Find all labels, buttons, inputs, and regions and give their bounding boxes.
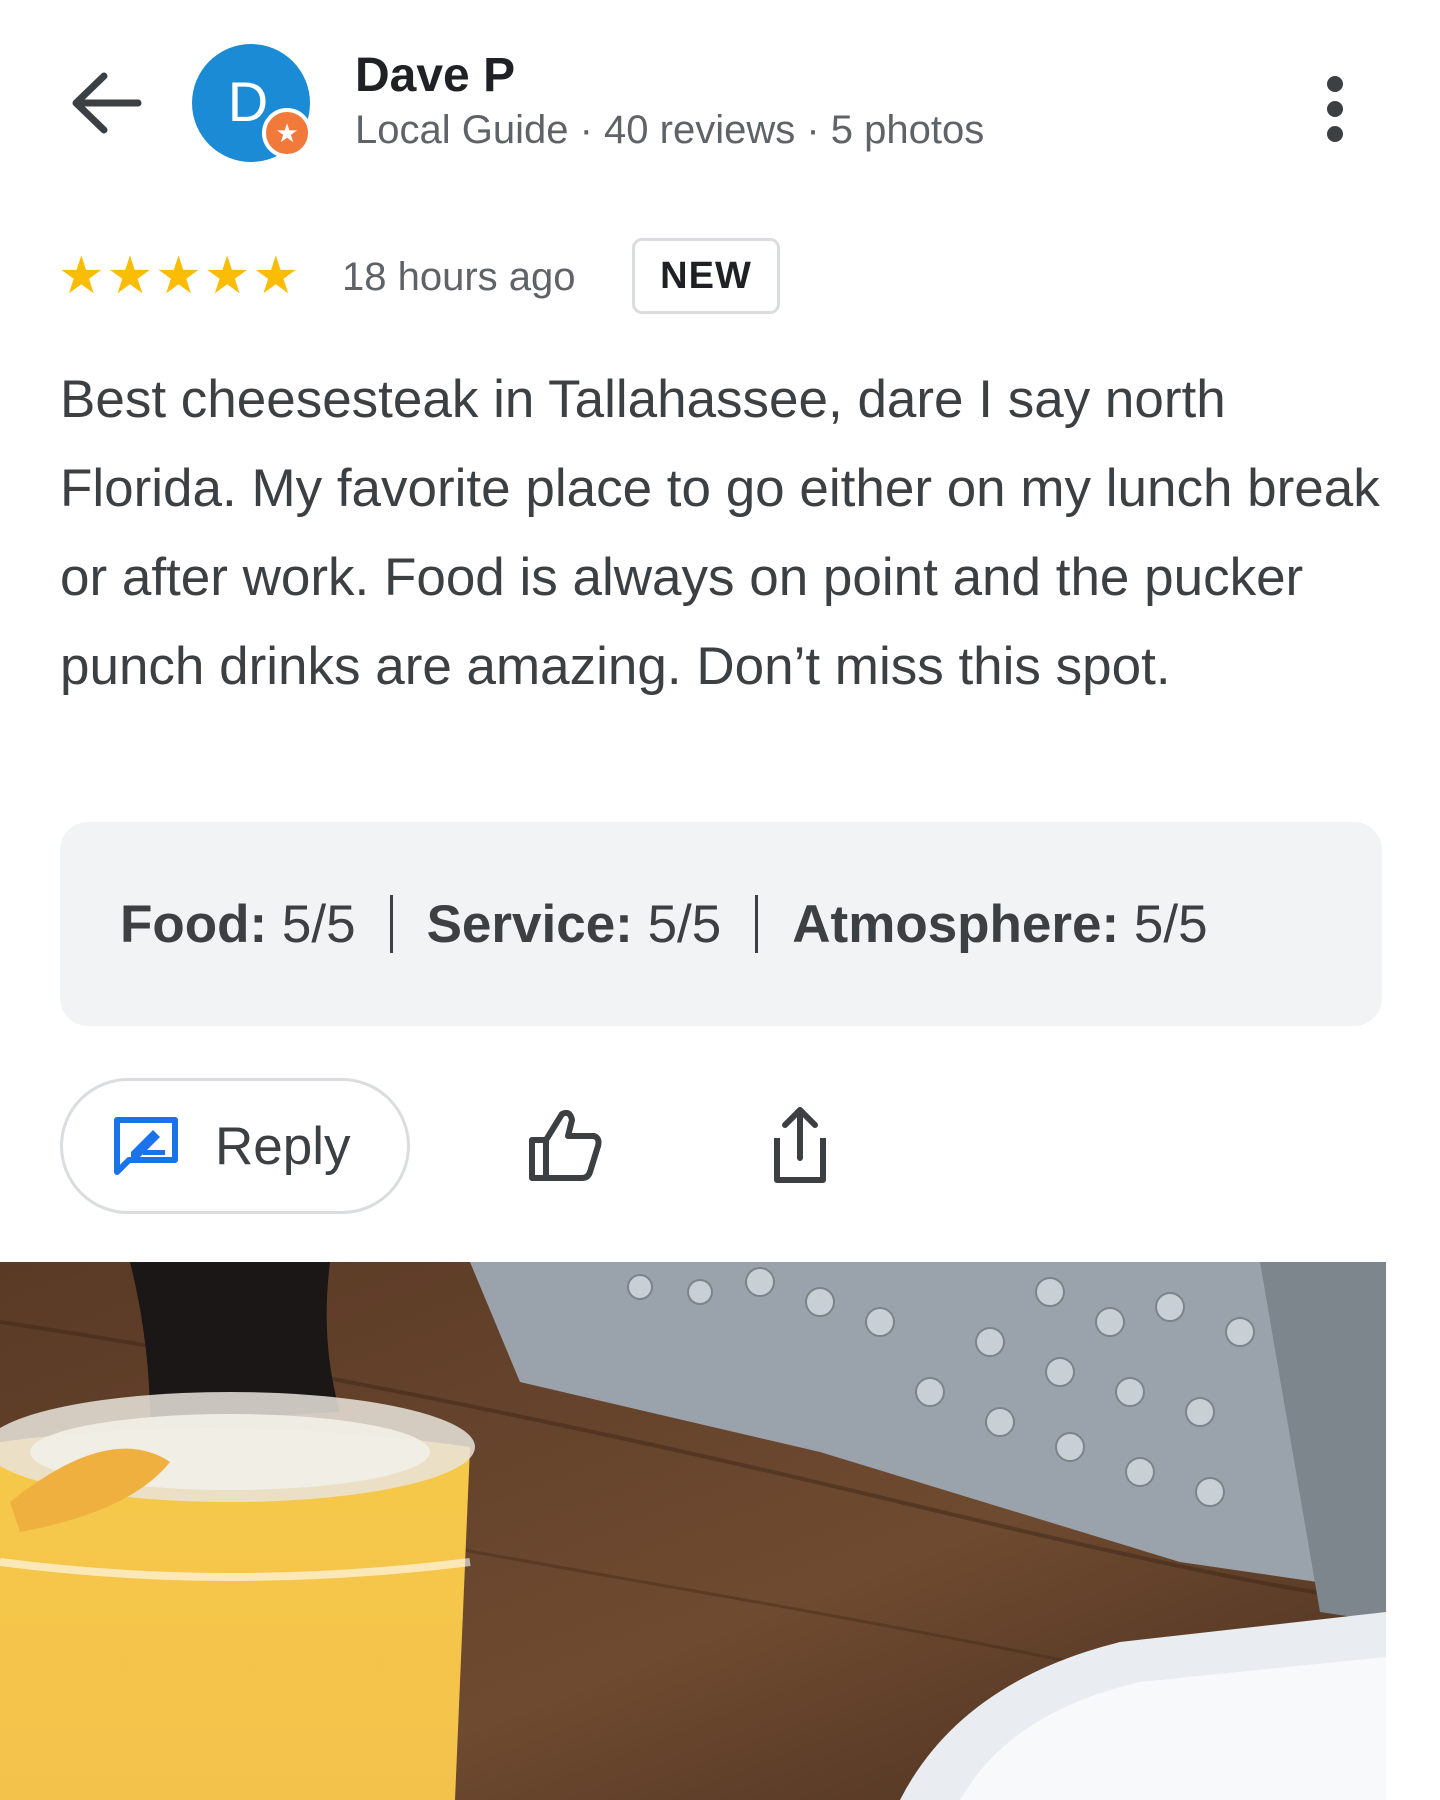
star-icon: ★ [203, 247, 251, 305]
more-options-button[interactable] [1305, 68, 1365, 144]
reviewer-name[interactable]: Dave P [355, 48, 515, 103]
divider [389, 895, 393, 953]
food-rating: Food: 5/5 [120, 894, 356, 954]
star-icon: ★ [58, 247, 105, 305]
star-icon: ★ [252, 247, 300, 305]
service-rating: Service: 5/5 [426, 894, 722, 954]
star-rating: ★ ★ ★ ★ ★ [58, 250, 299, 302]
reviewer-meta: Local Guide · 40 reviews · 5 photos [355, 108, 985, 152]
arrow-left-icon [72, 72, 142, 134]
like-button[interactable] [520, 1100, 610, 1190]
avatar-letter: D [227, 69, 269, 133]
reply-label: Reply [215, 1116, 351, 1176]
star-icon: ★ [106, 247, 154, 305]
more-vert-icon [1305, 68, 1365, 142]
new-badge: NEW [632, 238, 780, 314]
divider [755, 895, 759, 953]
share-button[interactable] [755, 1100, 845, 1190]
thumbs-up-icon [529, 1109, 602, 1181]
avatar[interactable]: D ★ [192, 44, 312, 162]
review-photo[interactable] [0, 1262, 1386, 1800]
star-icon: ★ [155, 247, 202, 305]
sub-ratings-box: Food: 5/5 Service: 5/5 Atmosphere: 5/5 [60, 822, 1382, 1026]
reply-edit-icon [114, 1117, 178, 1175]
review-time: 18 hours ago [342, 255, 576, 299]
local-guide-badge-icon: ★ [262, 108, 312, 158]
back-button[interactable] [56, 58, 156, 148]
atmosphere-rating: Atmosphere: 5/5 [792, 894, 1208, 954]
review-text: Best cheesesteak in Tallahassee, dare I … [60, 370, 1380, 696]
reply-button[interactable]: Reply [60, 1078, 410, 1214]
share-icon [774, 1107, 826, 1183]
